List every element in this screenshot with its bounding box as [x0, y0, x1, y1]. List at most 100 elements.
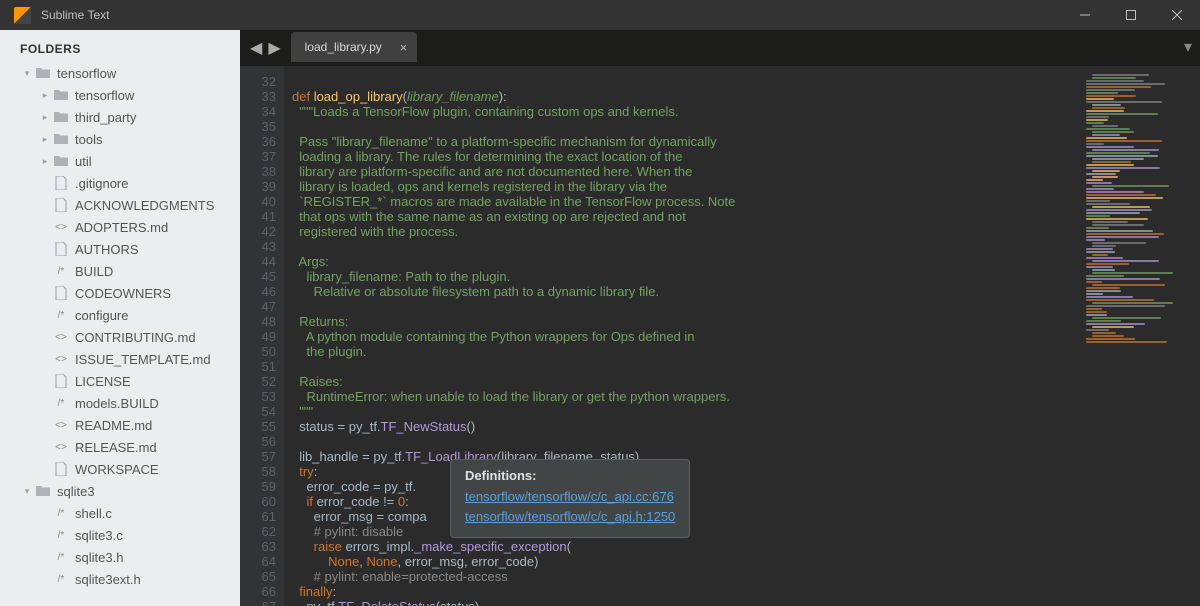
- disclosure-arrow-icon[interactable]: ▸: [40, 156, 50, 167]
- disclosure-arrow-icon[interactable]: ▸: [40, 134, 50, 145]
- code-line[interactable]: loading a library. The rules for determi…: [292, 149, 1080, 164]
- disclosure-arrow-icon[interactable]: ▸: [40, 112, 50, 123]
- tree-item[interactable]: <> CONTRIBUTING.md: [0, 326, 240, 348]
- tree-item-label: shell.c: [75, 506, 112, 521]
- code-line[interactable]: status = py_tf.TF_NewStatus(): [292, 419, 1080, 434]
- tree-item-label: configure: [75, 308, 128, 323]
- close-button[interactable]: [1154, 0, 1200, 30]
- tree-item[interactable]: ACKNOWLEDGMENTS: [0, 194, 240, 216]
- folder-icon: [53, 110, 69, 124]
- comment-icon: /*: [53, 308, 69, 322]
- code-line[interactable]: [292, 299, 1080, 314]
- comment-icon: /*: [53, 264, 69, 278]
- disclosure-arrow-icon[interactable]: ▾: [22, 68, 32, 79]
- tab-bar: ◀ ▶ load_library.py × ▾: [240, 30, 1200, 66]
- tree-item-label: sqlite3ext.h: [75, 572, 141, 587]
- code-line[interactable]: finally:: [292, 584, 1080, 599]
- code-line[interactable]: [292, 434, 1080, 449]
- md-icon: <>: [53, 418, 69, 432]
- code-line[interactable]: [292, 359, 1080, 374]
- folder-icon: [53, 154, 69, 168]
- tree-item[interactable]: /* configure: [0, 304, 240, 326]
- tree-item[interactable]: <> ADOPTERS.md: [0, 216, 240, 238]
- code-line[interactable]: def load_op_library(library_filename):: [292, 89, 1080, 104]
- tree-item[interactable]: ▸tools: [0, 128, 240, 150]
- code-line[interactable]: that ops with the same name as an existi…: [292, 209, 1080, 224]
- tree-item-label: third_party: [75, 110, 136, 125]
- code-line[interactable]: Raises:: [292, 374, 1080, 389]
- code-line[interactable]: [292, 74, 1080, 89]
- md-icon: <>: [53, 330, 69, 344]
- tree-item-label: ADOPTERS.md: [75, 220, 168, 235]
- tree-item-label: AUTHORS: [75, 242, 139, 257]
- tree-item[interactable]: /*models.BUILD: [0, 392, 240, 414]
- tree-item[interactable]: ▾tensorflow: [0, 62, 240, 84]
- code-line[interactable]: [292, 119, 1080, 134]
- tree-item[interactable]: <>ISSUE_TEMPLATE.md: [0, 348, 240, 370]
- code-line[interactable]: Args:: [292, 254, 1080, 269]
- tree-item[interactable]: AUTHORS: [0, 238, 240, 260]
- code-line[interactable]: Relative or absolute filesystem path to …: [292, 284, 1080, 299]
- minimize-button[interactable]: [1062, 0, 1108, 30]
- tree-item[interactable]: /* shell.c: [0, 502, 240, 524]
- disclosure-arrow-icon[interactable]: ▾: [22, 486, 32, 497]
- tab-overflow-icon[interactable]: ▾: [1176, 37, 1200, 66]
- disclosure-arrow-icon[interactable]: ▸: [40, 90, 50, 101]
- code-line[interactable]: """: [292, 404, 1080, 419]
- code-line[interactable]: py_tf.TF_DeleteStatus(status): [292, 599, 1080, 606]
- code-line[interactable]: raise errors_impl._make_specific_excepti…: [292, 539, 1080, 554]
- tree-item-label: LICENSE: [75, 374, 131, 389]
- comment-icon: /*: [53, 506, 69, 520]
- folder-tree[interactable]: ▾tensorflow ▸ tensorflow ▸ third_party ▸tools…: [0, 62, 240, 606]
- tree-item[interactable]: LICENSE: [0, 370, 240, 392]
- tree-item[interactable]: ▾ sqlite3: [0, 480, 240, 502]
- tree-item[interactable]: ▸util: [0, 150, 240, 172]
- nav-forward-icon[interactable]: ▶: [268, 38, 280, 58]
- file-tab[interactable]: load_library.py ×: [291, 32, 418, 62]
- tree-item-label: CODEOWNERS: [75, 286, 171, 301]
- app-logo-icon: [14, 7, 31, 24]
- code-line[interactable]: `REGISTER_*` macros are made available i…: [292, 194, 1080, 209]
- tree-item-label: tensorflow: [75, 88, 134, 103]
- tree-item[interactable]: <> README.md: [0, 414, 240, 436]
- code-line[interactable]: the plugin.: [292, 344, 1080, 359]
- tree-item[interactable]: /*BUILD: [0, 260, 240, 282]
- tree-item[interactable]: WORKSPACE: [0, 458, 240, 480]
- tree-item-label: RELEASE.md: [75, 440, 157, 455]
- code-line[interactable]: RuntimeError: when unable to load the li…: [292, 389, 1080, 404]
- code-line[interactable]: library are platform-specific and are no…: [292, 164, 1080, 179]
- tree-item-label: CONTRIBUTING.md: [75, 330, 196, 345]
- tab-close-icon[interactable]: ×: [400, 40, 408, 55]
- code-line[interactable]: A python module containing the Python wr…: [292, 329, 1080, 344]
- tree-item[interactable]: /*sqlite3.c: [0, 524, 240, 546]
- code-line[interactable]: # pylint: enable=protected-access: [292, 569, 1080, 584]
- code-line[interactable]: Pass "library_filename" to a platform-sp…: [292, 134, 1080, 149]
- tree-item[interactable]: <>RELEASE.md: [0, 436, 240, 458]
- md-icon: <>: [53, 352, 69, 366]
- code-line[interactable]: library is loaded, ops and kernels regis…: [292, 179, 1080, 194]
- tree-item[interactable]: CODEOWNERS: [0, 282, 240, 304]
- minimap[interactable]: [1080, 66, 1200, 606]
- tree-item-label: .gitignore: [75, 176, 128, 191]
- definitions-popup: Definitions: tensorflow/tensorflow/c/c_a…: [450, 459, 690, 538]
- md-icon: <>: [53, 220, 69, 234]
- code-line[interactable]: """Loads a TensorFlow plugin, containing…: [292, 104, 1080, 119]
- maximize-button[interactable]: [1108, 0, 1154, 30]
- definition-link[interactable]: tensorflow/tensorflow/c/c_api.cc:676: [465, 487, 675, 507]
- tree-item-label: sqlite3: [57, 484, 95, 499]
- tree-item-label: WORKSPACE: [75, 462, 159, 477]
- code-line[interactable]: [292, 239, 1080, 254]
- definition-link[interactable]: tensorflow/tensorflow/c/c_api.h:1250: [465, 507, 675, 527]
- popup-title: Definitions:: [465, 468, 675, 483]
- tree-item[interactable]: /*sqlite3.h: [0, 546, 240, 568]
- tree-item-label: README.md: [75, 418, 152, 433]
- code-line[interactable]: None, None, error_msg, error_code): [292, 554, 1080, 569]
- tree-item[interactable]: ▸ tensorflow: [0, 84, 240, 106]
- tree-item[interactable]: /*sqlite3ext.h: [0, 568, 240, 590]
- code-line[interactable]: library_filename: Path to the plugin.: [292, 269, 1080, 284]
- tree-item[interactable]: ▸ third_party: [0, 106, 240, 128]
- code-line[interactable]: Returns:: [292, 314, 1080, 329]
- nav-back-icon[interactable]: ◀: [250, 38, 262, 58]
- tree-item[interactable]: .gitignore: [0, 172, 240, 194]
- code-line[interactable]: registered with the process.: [292, 224, 1080, 239]
